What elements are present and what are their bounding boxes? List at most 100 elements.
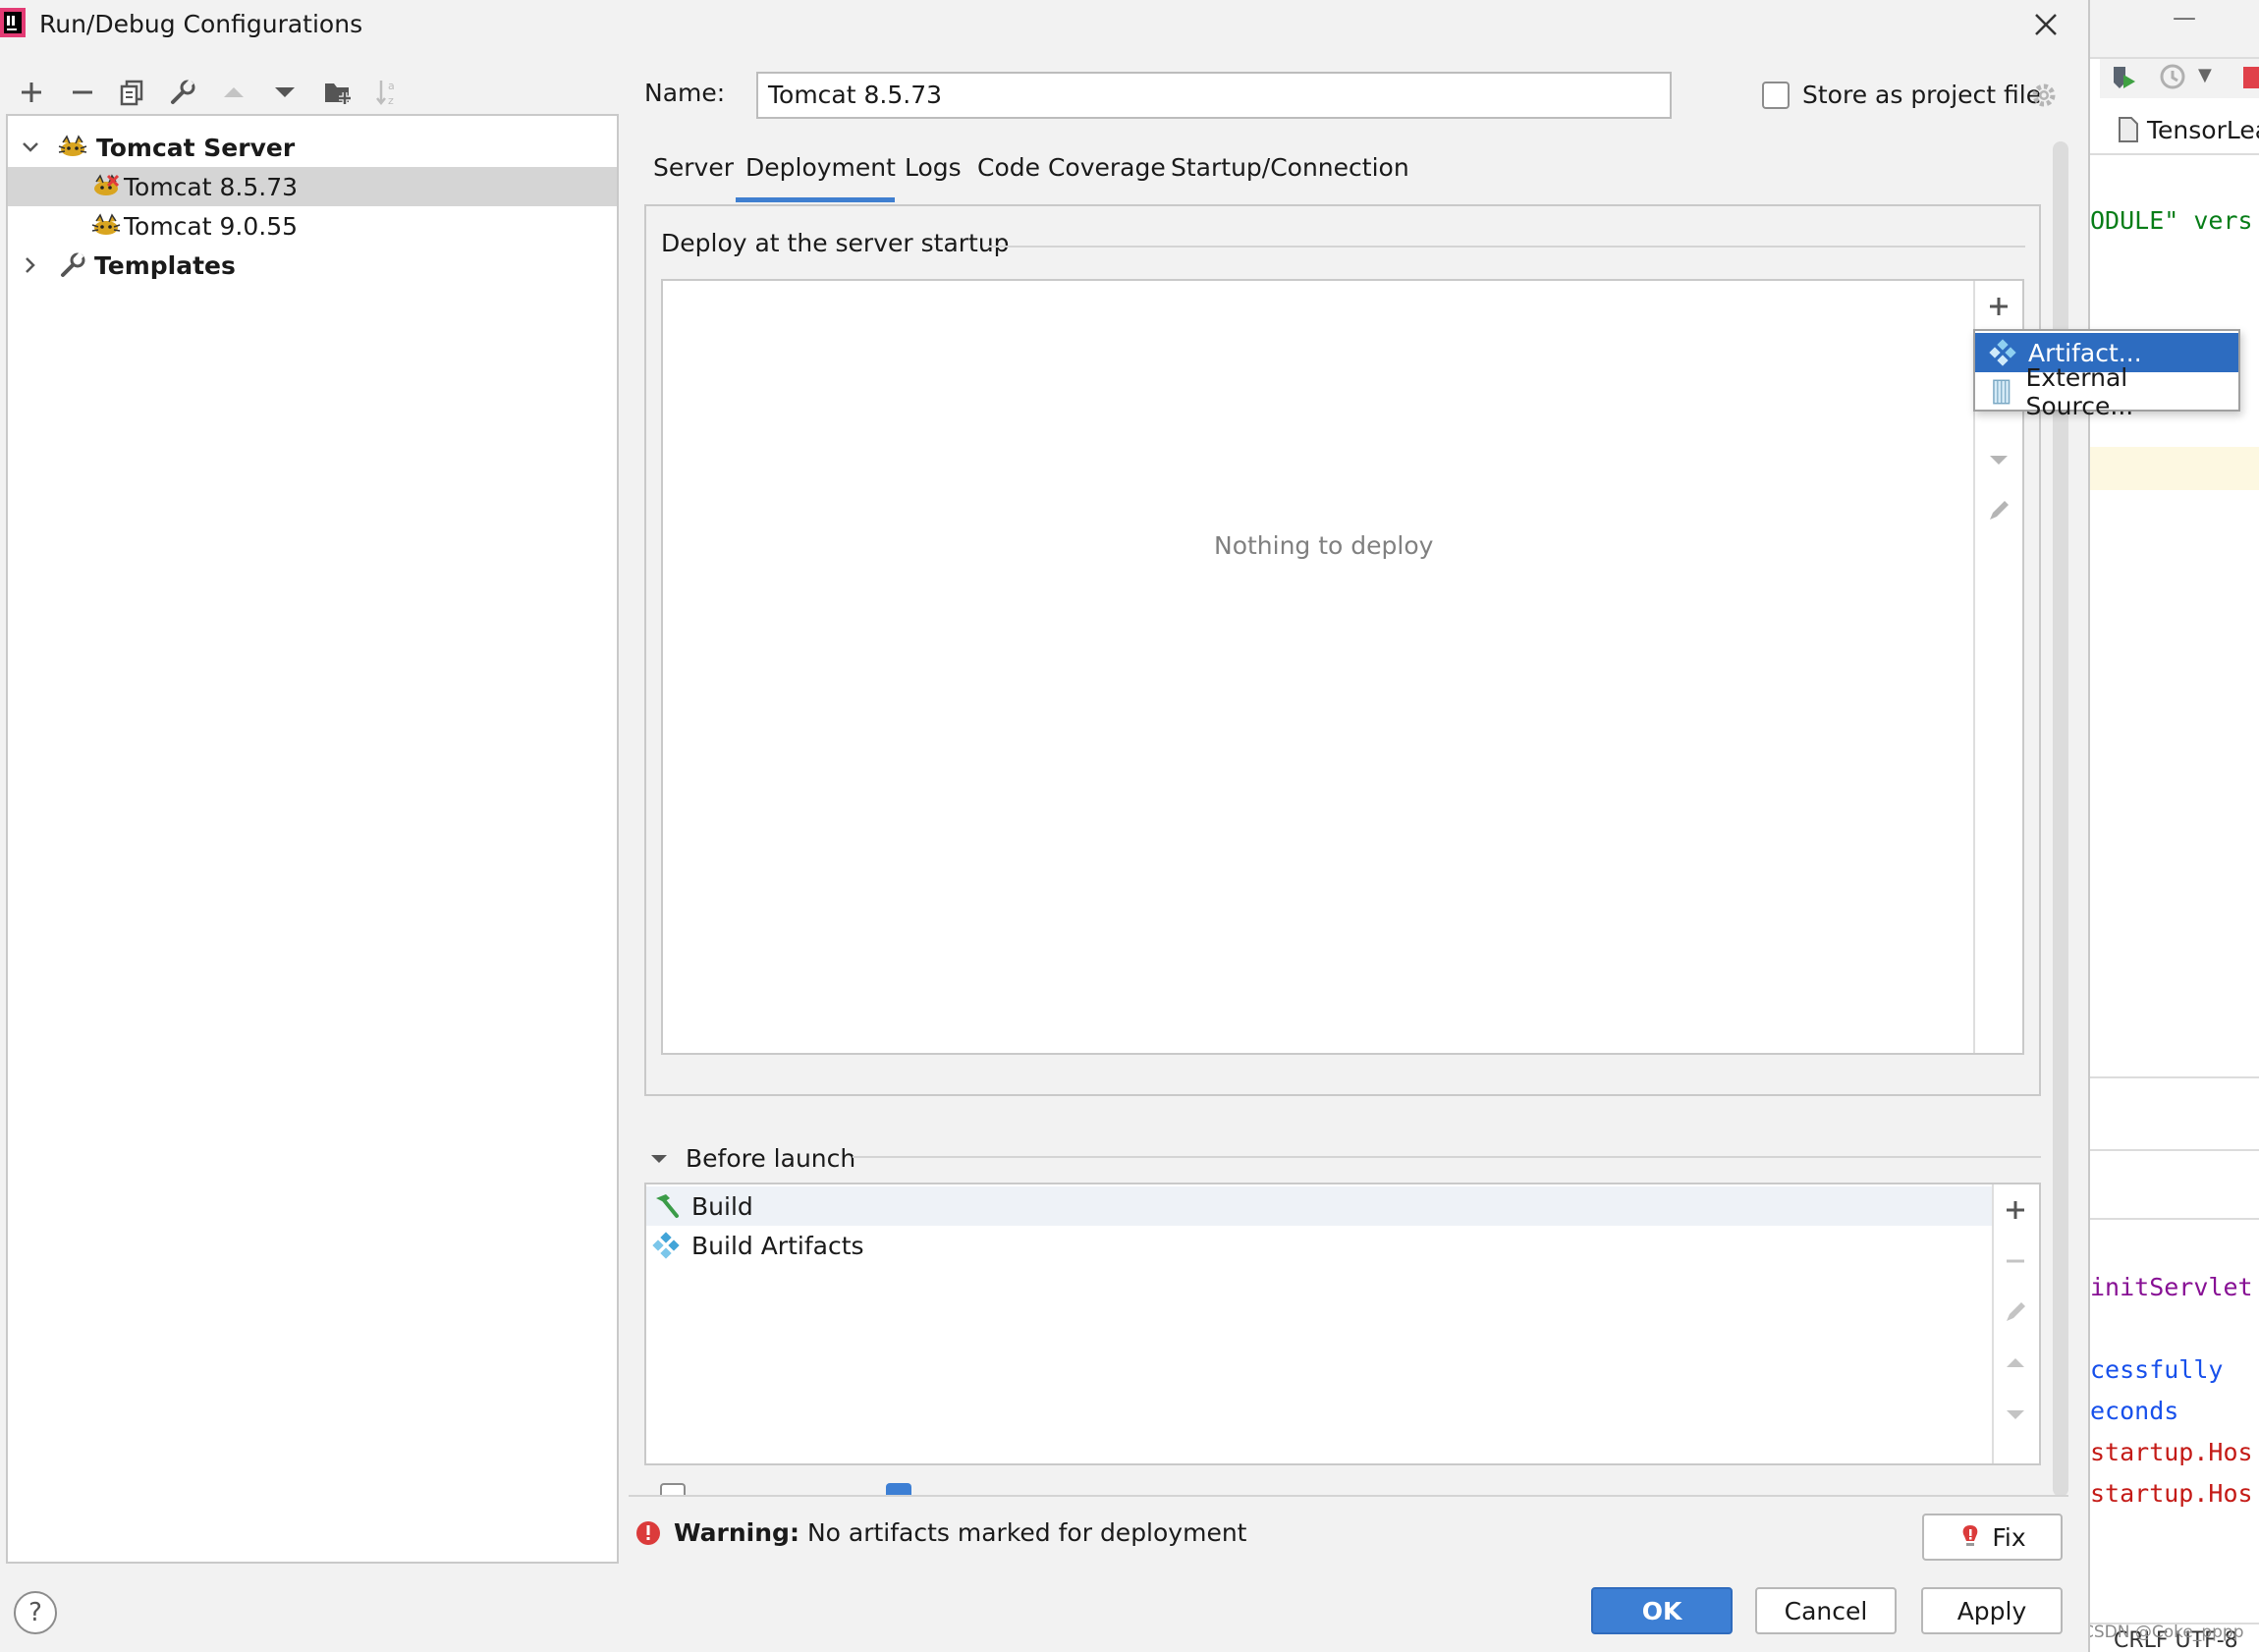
console-line: startup.Hos <box>2090 1438 2253 1466</box>
move-up-icon[interactable] <box>1992 1346 2039 1381</box>
chevron-down-icon[interactable] <box>20 137 41 158</box>
minimize-icon[interactable]: — <box>2173 4 2196 31</box>
warning-message: Warning: No artifacts marked for deploym… <box>634 1518 1246 1547</box>
copy-icon[interactable] <box>114 75 149 110</box>
bulb-error-icon <box>1962 1525 1978 1546</box>
edit-icon[interactable] <box>1992 1294 2039 1330</box>
collapse-triangle-icon[interactable] <box>648 1148 670 1170</box>
help-button[interactable]: ? <box>14 1591 57 1634</box>
tomcat-icon <box>91 213 121 235</box>
tab-code-coverage[interactable]: Code Coverage <box>977 153 1166 182</box>
tab-server[interactable]: Server <box>653 153 734 182</box>
remove-icon[interactable] <box>1992 1243 2039 1279</box>
store-as-project-file-label[interactable]: Store as project file <box>1802 81 2041 109</box>
tree-group-label: Templates <box>94 250 236 280</box>
apply-button[interactable]: Apply <box>1921 1587 2063 1634</box>
divider <box>2090 1076 2259 1078</box>
active-tab-indicator <box>736 197 895 202</box>
add-deployment-popup[interactable]: Artifact... External Source... <box>1973 329 2240 420</box>
background-ide-window: — ▼ TensorLea ODULE" vers initServlet ce… <box>2090 0 2259 1652</box>
empty-list-text: Nothing to deploy <box>1214 531 1434 560</box>
coverage-run-icon[interactable] <box>2110 63 2139 92</box>
artifact-icon <box>1989 339 2016 366</box>
tree-group-templates[interactable]: Templates <box>8 246 617 285</box>
divider <box>2090 1149 2259 1151</box>
before-launch-title: Before launch <box>686 1144 856 1173</box>
window-title: Run/Debug Configurations <box>39 10 363 38</box>
tomcat-error-icon <box>94 174 120 195</box>
tree-group-tomcat-server[interactable]: Tomcat Server <box>8 128 617 167</box>
before-launch-item-label: Build Artifacts <box>691 1231 864 1260</box>
ide-tab-label[interactable]: TensorLea <box>2147 116 2259 144</box>
group-separator <box>988 246 2025 248</box>
fix-button-label: Fix <box>1992 1522 2026 1552</box>
code-line: ODULE" vers <box>2090 206 2253 235</box>
name-input[interactable]: Tomcat 8.5.73 <box>756 72 1672 119</box>
console-line: startup.Hos <box>2090 1479 2253 1508</box>
console-line: cessfully <box>2090 1355 2224 1384</box>
footer-separator <box>629 1495 2068 1497</box>
wrench-icon[interactable] <box>165 75 200 110</box>
deployment-list[interactable] <box>661 279 2024 1055</box>
store-as-project-file-checkbox[interactable] <box>1762 82 1790 109</box>
tomcat-icon <box>58 135 87 156</box>
before-launch-header[interactable]: Before launch <box>648 1144 855 1173</box>
group-separator <box>853 1156 2041 1158</box>
tree-item-tomcat-8-5-73[interactable]: Tomcat 8.5.73 <box>8 167 617 206</box>
external-source-icon <box>1993 379 2011 405</box>
divider <box>2090 1218 2259 1220</box>
warning-label: Warning: <box>674 1518 799 1547</box>
tab-startup-connection[interactable]: Startup/Connection <box>1171 153 1409 182</box>
profiler-icon[interactable] <box>2159 63 2188 92</box>
before-launch-item-label: Build <box>691 1191 753 1221</box>
before-launch-item-build-artifacts[interactable]: Build Artifacts <box>646 1226 1992 1265</box>
tree-item-label: Tomcat 8.5.73 <box>124 172 299 201</box>
console-line: econds <box>2090 1397 2179 1425</box>
sort-alpha-icon[interactable]: az <box>371 75 407 110</box>
popup-item-external-source[interactable]: External Source... <box>1975 363 2238 420</box>
tab-deployment[interactable]: Deployment <box>745 153 896 182</box>
fix-button[interactable]: Fix <box>1922 1514 2063 1561</box>
move-down-icon[interactable] <box>1975 442 2022 477</box>
chevron-right-icon[interactable] <box>20 254 41 276</box>
configuration-tree[interactable]: Tomcat Server Tomcat 8.5.73 Tomcat 9.0.5… <box>6 114 619 1564</box>
add-icon[interactable] <box>14 75 49 110</box>
ok-button[interactable]: OK <box>1591 1587 1733 1634</box>
remove-icon[interactable] <box>65 75 100 110</box>
ide-editor-tabs: TensorLea <box>2090 106 2259 155</box>
svg-text:a: a <box>388 80 395 92</box>
watermark: CSDN @Coke_pppp <box>2090 1623 2244 1642</box>
ide-toolbar: — <box>2090 0 2259 59</box>
intellij-logo-icon <box>0 8 26 37</box>
tree-item-tomcat-9-0-55[interactable]: Tomcat 9.0.55 <box>8 206 617 246</box>
before-launch-item-build[interactable]: Build <box>646 1186 1992 1226</box>
add-icon[interactable] <box>1975 289 2022 324</box>
error-icon <box>636 1520 660 1545</box>
tab-logs[interactable]: Logs <box>905 153 962 182</box>
edit-icon[interactable] <box>1975 493 2022 528</box>
warning-text: No artifacts marked for deployment <box>806 1518 1247 1547</box>
deploy-group-title: Deploy at the server startup <box>661 229 1010 257</box>
folder-add-icon[interactable] <box>320 75 356 110</box>
highlighted-line <box>2090 447 2259 490</box>
hammer-icon <box>656 1194 679 1218</box>
tree-item-label: Tomcat 9.0.55 <box>124 211 299 241</box>
wrench-icon <box>61 251 85 277</box>
arrow-down-icon[interactable] <box>267 75 303 110</box>
file-icon <box>2119 117 2138 142</box>
popup-item-label: External Source... <box>2025 363 2134 420</box>
console-line: initServlet <box>2090 1273 2253 1301</box>
name-label: Name: <box>644 79 726 107</box>
stop-icon[interactable] <box>2243 67 2259 88</box>
close-icon[interactable] <box>2031 10 2061 39</box>
run-debug-dialog: Run/Debug Configurations az Tomcat Serve… <box>0 0 2090 1652</box>
cancel-button[interactable]: Cancel <box>1755 1587 1897 1634</box>
move-down-icon[interactable] <box>1992 1397 2039 1432</box>
arrow-up-icon[interactable] <box>216 75 251 110</box>
before-launch-list[interactable]: Build Build Artifacts <box>644 1183 2041 1465</box>
chevron-down-icon[interactable]: ▼ <box>2198 65 2212 85</box>
tree-group-label: Tomcat Server <box>96 133 296 162</box>
gear-icon[interactable] <box>2029 81 2059 110</box>
add-icon[interactable] <box>1992 1192 2039 1228</box>
artifact-icon <box>652 1232 680 1259</box>
